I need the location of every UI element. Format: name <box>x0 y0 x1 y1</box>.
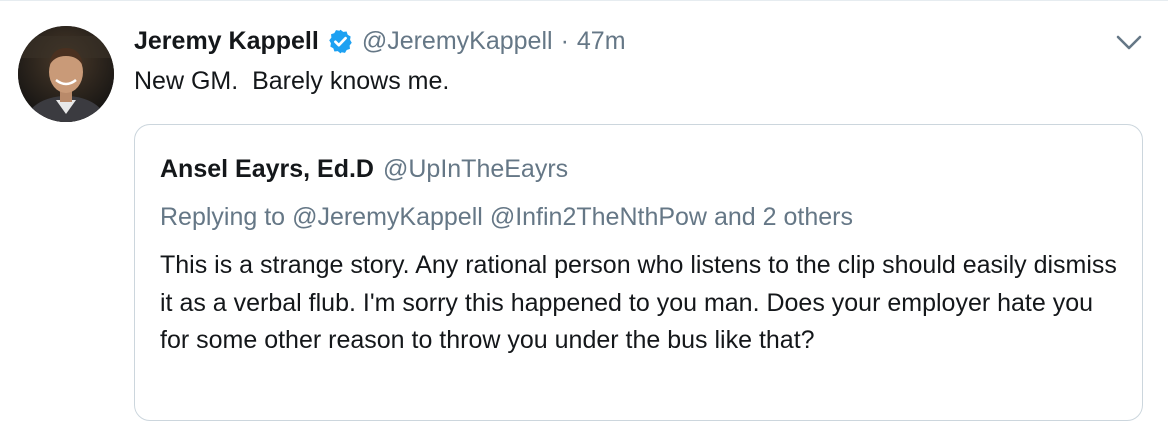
header-separator: · <box>560 26 569 55</box>
quoted-author-handle: @UpInTheEayrs <box>382 154 569 183</box>
quoted-tweet-header: Ansel Eayrs, Ed.D @UpInTheEayrs <box>160 152 568 186</box>
author-name[interactable]: Jeremy Kappell <box>134 27 319 56</box>
replying-to-line: Replying to @JeremyKappell @Infin2TheNthPo… <box>160 200 860 234</box>
quoted-author-name: Ansel Eayrs, Ed.D <box>160 154 374 183</box>
top-divider <box>0 0 1168 1</box>
verified-badge-icon <box>329 29 352 53</box>
replying-to-prefix: Replying to <box>160 203 286 231</box>
replying-to-handle-2: @Infin2TheNthPow <box>489 203 707 231</box>
author-handle[interactable]: @JeremyKappell <box>362 27 553 56</box>
avatar-photo <box>18 26 114 122</box>
replying-to-handle-1: @JeremyKappell <box>292 203 483 231</box>
tweet-text: New GM. Barely knows me. <box>134 67 450 95</box>
quoted-tweet-text: This is a strange story. Any rational pe… <box>160 251 1117 354</box>
timestamp[interactable]: 47m <box>577 27 626 56</box>
tweet-header: Jeremy Kappell @JeremyKappell · 47m <box>134 24 626 58</box>
quoted-tweet-card[interactable]: Ansel Eayrs, Ed.D @UpInTheEayrs Replying… <box>134 124 1143 421</box>
replying-to-others: and 2 others <box>713 203 853 231</box>
avatar[interactable] <box>18 26 114 122</box>
chevron-down-icon[interactable] <box>1116 34 1142 52</box>
